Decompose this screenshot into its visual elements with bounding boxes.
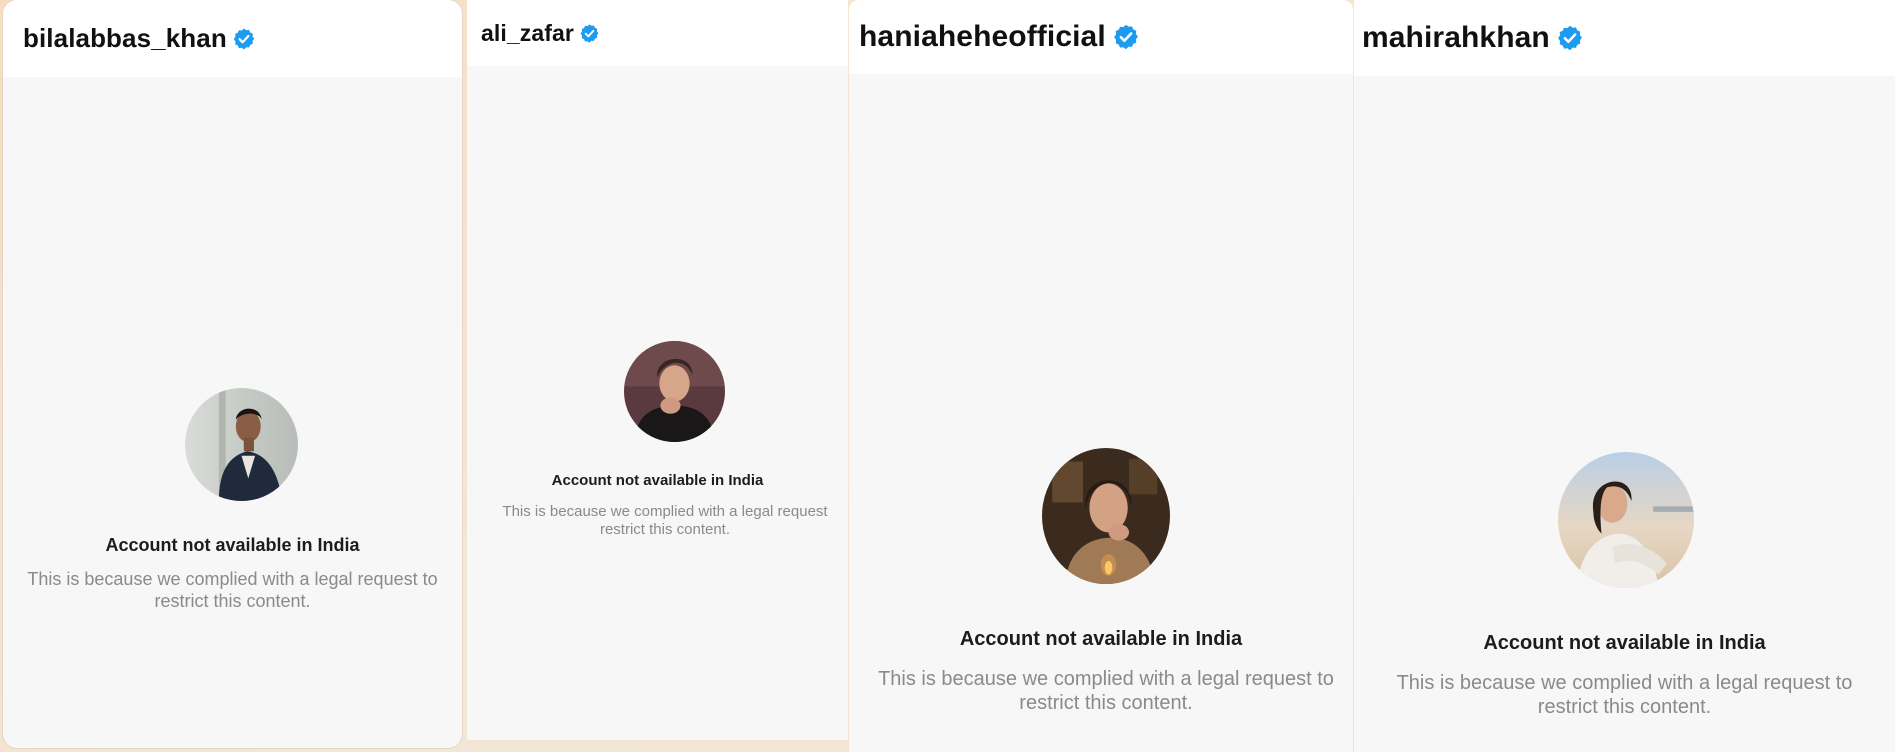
profile-username[interactable]: bilalabbas_khan [23, 23, 227, 54]
profile-header: haniaheheofficial [849, 0, 1353, 74]
unavailable-message: This is because we complied with a legal… [27, 569, 438, 611]
verified-badge-icon [232, 27, 256, 51]
profile-panel-hania: haniaheheofficial Account not available … [849, 0, 1353, 752]
verified-badge-icon [1112, 23, 1140, 51]
unavailable-title: Account not available in India [551, 472, 764, 489]
profile-avatar[interactable] [185, 388, 298, 501]
verified-badge-icon [579, 23, 600, 44]
profile-avatar[interactable] [1558, 452, 1694, 588]
profile-username[interactable]: haniaheheofficial [859, 20, 1106, 54]
unavailable-message: This is because we complied with a legal… [502, 503, 828, 538]
profile-avatar[interactable] [624, 341, 725, 442]
profile-header: bilalabbas_khan [3, 0, 462, 77]
unavailable-message: This is because we complied with a legal… [1396, 672, 1853, 718]
profile-header: ali_zafar [467, 0, 848, 66]
verified-badge-icon [1556, 24, 1584, 52]
profile-header: mahirahkhan [1354, 0, 1895, 76]
profile-panel-mahira: mahirahkhan Account not available in Ind… [1354, 0, 1895, 752]
unavailable-message: This is because we complied with a legal… [878, 668, 1334, 714]
profile-panel-bilalabbas: bilalabbas_khan Account not available in… [3, 0, 462, 748]
profile-username[interactable]: mahirahkhan [1362, 21, 1550, 55]
unavailable-title: Account not available in India [1483, 632, 1766, 654]
unavailable-title: Account not available in India [105, 535, 360, 555]
profile-avatar[interactable] [1042, 448, 1170, 584]
profile-panel-alizafar: ali_zafar Account not available in India… [467, 0, 848, 740]
profile-username[interactable]: ali_zafar [481, 20, 574, 47]
unavailable-title: Account not available in India [959, 628, 1243, 650]
